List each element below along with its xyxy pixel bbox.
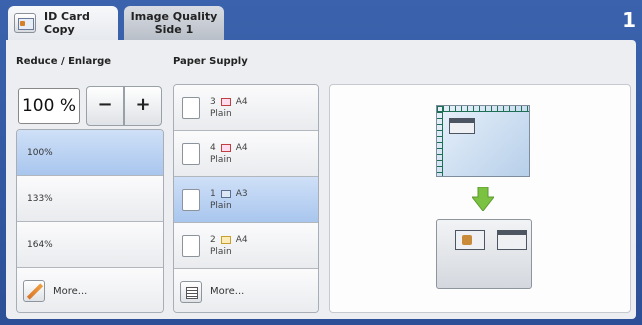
id-card-back-icon: [497, 230, 527, 250]
preset-100[interactable]: 100%: [17, 130, 163, 176]
tray-checkbox: [182, 188, 200, 211]
preset-label: 133%: [27, 193, 53, 204]
tab-image-quality-line2: Side 1: [154, 23, 194, 36]
tray-number: 2: [210, 234, 216, 245]
zoom-increase-button[interactable]: +: [124, 86, 162, 126]
settings-panel: Reduce / Enlarge 100 % − + 100% 133% 164…: [6, 40, 636, 319]
tab-id-card-line2: Copy: [44, 23, 75, 36]
tray-row-3[interactable]: 3 A4 Plain: [174, 85, 318, 131]
tray-number: 4: [210, 142, 216, 153]
paper-supply-title: Paper Supply: [173, 56, 248, 67]
paper-icon: [220, 97, 231, 106]
tray-size: A4: [235, 234, 248, 245]
preset-label: 100%: [27, 147, 53, 158]
reduce-preset-list: 100% 133% 164% More...: [16, 129, 164, 313]
tray-number: 3: [210, 96, 216, 107]
preset-133[interactable]: 133%: [17, 176, 163, 222]
tray-checkbox: [182, 142, 200, 165]
tab-image-quality-side1[interactable]: Image Quality Side 1: [124, 6, 224, 40]
tab-id-card-line1: ID Card: [44, 10, 90, 23]
reduce-more-button[interactable]: More...: [17, 268, 163, 312]
ruler-top: [437, 106, 529, 112]
tray-size: A3: [235, 188, 248, 199]
pencil-icon: [23, 280, 45, 302]
tray-checkbox: [182, 96, 200, 119]
tray-size: A4: [235, 142, 248, 153]
reduce-enlarge-title: Reduce / Enlarge: [16, 56, 112, 67]
tray-type: Plain: [210, 246, 232, 257]
id-card-icon: [14, 13, 36, 33]
output-sheet-illustration: [436, 219, 532, 289]
paper-icon: [220, 235, 231, 244]
tray-type: Plain: [210, 154, 232, 165]
preset-label: 164%: [27, 239, 53, 250]
zoom-decrease-button[interactable]: −: [86, 86, 124, 126]
document-glass-illustration: [436, 105, 530, 177]
tray-row-1[interactable]: 1 A3 Plain: [174, 177, 318, 223]
list-icon: [180, 280, 202, 303]
down-arrow-icon: [472, 187, 494, 211]
bypass-tray-icon: [220, 189, 231, 198]
paper-tray-list: 3 A4 Plain 4 A4 Plain 1 A3 Plain 2 A4 Pl…: [173, 84, 319, 313]
page-indicator: 1: [622, 8, 636, 32]
preset-164[interactable]: 164%: [17, 222, 163, 268]
tray-type: Plain: [210, 200, 232, 211]
paper-more-button[interactable]: More...: [174, 269, 318, 312]
id-card-preview: [329, 84, 631, 313]
reduce-more-label: More...: [53, 285, 88, 297]
zoom-value-field[interactable]: 100 %: [18, 88, 80, 124]
ruler-left: [437, 106, 443, 176]
window-frame: ID Card Copy Image Quality Side 1 1 Redu…: [0, 0, 642, 325]
tray-checkbox: [182, 234, 200, 257]
tray-size: A4: [235, 96, 248, 107]
id-card-front-icon: [455, 230, 485, 250]
tray-number: 1: [210, 188, 216, 199]
paper-more-label: More...: [210, 286, 245, 297]
tab-image-quality-line1: Image Quality: [130, 10, 218, 23]
paper-icon: [220, 143, 231, 152]
tray-row-2[interactable]: 2 A4 Plain: [174, 223, 318, 269]
tab-id-card-copy[interactable]: ID Card Copy: [8, 6, 118, 40]
tab-strip: ID Card Copy Image Quality Side 1 1: [0, 0, 642, 40]
id-card-on-glass-icon: [449, 118, 475, 134]
tray-type: Plain: [210, 108, 232, 119]
tray-row-4[interactable]: 4 A4 Plain: [174, 131, 318, 177]
